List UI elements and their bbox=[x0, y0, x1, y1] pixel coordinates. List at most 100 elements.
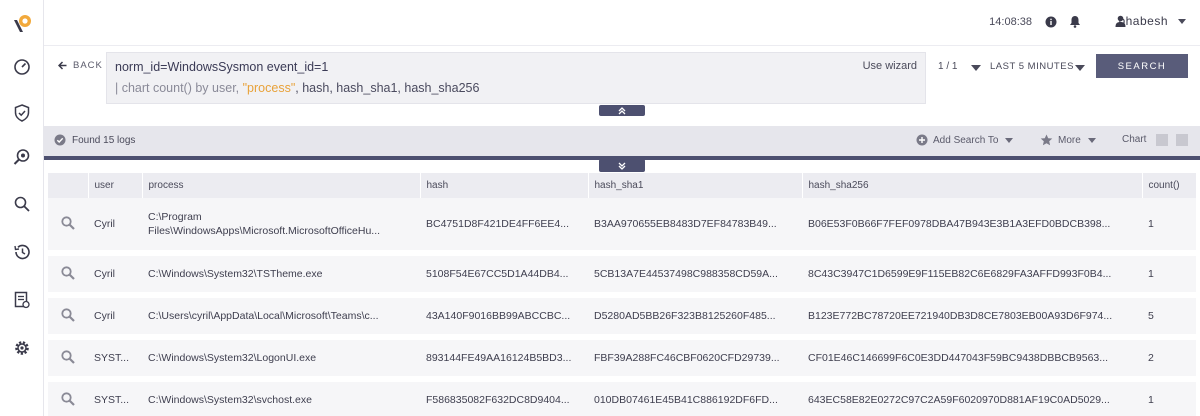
cell-process: C:\Windows\System32\LogonUI.exe bbox=[142, 337, 420, 382]
cell-hash: 893144FE49AA16124B5BD3... bbox=[420, 337, 588, 382]
cell-hash: F586835082F632DC8D9404... bbox=[420, 379, 588, 416]
table-row: Cyril C:\Program Files\WindowsApps\Micro… bbox=[48, 198, 1196, 256]
check-circle-icon bbox=[54, 134, 66, 146]
cell-hash-sha1: 5CB13A7E44537498C988358CD59A... bbox=[588, 253, 802, 298]
pager: 1 / 1 bbox=[938, 61, 958, 72]
table-row: SYST... C:\Windows\System32\LogonUI.exe … bbox=[48, 337, 1196, 382]
search-icon bbox=[14, 196, 30, 212]
search-icon[interactable] bbox=[61, 215, 75, 230]
time-range-select[interactable]: LAST 5 MINUTES bbox=[990, 61, 1074, 72]
settings-icon bbox=[15, 341, 29, 355]
sidebar-item-reports[interactable] bbox=[12, 290, 32, 310]
cell-user: SYST... bbox=[88, 379, 142, 416]
search-icon[interactable] bbox=[61, 265, 75, 280]
chevron-down-icon[interactable] bbox=[1178, 19, 1186, 24]
row-search-cell bbox=[48, 253, 88, 298]
cell-hash-sha256: B06E53F0B66F7FEF0978DBA47B943E3B1A3EFD0B… bbox=[802, 198, 1142, 256]
cell-user: Cyril bbox=[88, 198, 142, 256]
results-table: user process hash hash_sha1 hash_sha256 … bbox=[48, 173, 1197, 416]
sidebar-item-security[interactable] bbox=[12, 103, 32, 123]
username[interactable]: bhabesh bbox=[1118, 14, 1168, 28]
back-button[interactable]: BACK bbox=[58, 60, 103, 71]
cell-hash-sha1: D5280AD5BB26F323B8125260F485... bbox=[588, 295, 802, 340]
cell-hash-sha256: B123E772BC78720EE721940DB3D8CE7803EB00A9… bbox=[802, 295, 1142, 340]
use-wizard-link[interactable]: Use wizard bbox=[863, 60, 917, 72]
column-header-count[interactable]: count() bbox=[1142, 173, 1197, 198]
query-area: BACK norm_id=WindowsSysmon event_id=1 | … bbox=[44, 46, 1200, 126]
column-header-hash-sha1[interactable]: hash_sha1 bbox=[588, 173, 803, 198]
search-icon[interactable] bbox=[61, 307, 75, 322]
cell-count: 1 bbox=[1142, 253, 1196, 298]
app: 14:08:38 bhabesh BACK norm_id=WindowsSys… bbox=[0, 0, 1200, 416]
column-header-user[interactable]: user bbox=[88, 173, 143, 198]
collapse-query-handle[interactable] bbox=[599, 105, 645, 116]
column-view-icon[interactable] bbox=[1156, 134, 1168, 146]
cell-hash-sha1: 010DB07461E45B41C886192DF6FD... bbox=[588, 379, 802, 416]
table-row: Cyril C:\Windows\System32\TSTheme.exe 51… bbox=[48, 253, 1196, 298]
cell-hash-sha256: 643EC58E82E0272C97C2A59F6020970D881AF19C… bbox=[802, 379, 1142, 416]
cell-hash: 43A140F9016BB99ABCCBC... bbox=[420, 295, 588, 340]
cell-process: C:\Program Files\WindowsApps\Microsoft.M… bbox=[142, 198, 420, 256]
query-line-1: norm_id=WindowsSysmon event_id=1 bbox=[115, 60, 329, 74]
cell-hash: 5108F54E67CC5D1A44DB4... bbox=[420, 253, 588, 298]
sidebar-item-search[interactable] bbox=[12, 194, 32, 214]
double-chevron-down-icon bbox=[618, 162, 626, 170]
query-line-2-prefix: | chart count() by user, bbox=[115, 81, 243, 95]
cell-user: Cyril bbox=[88, 295, 142, 340]
sidebar-item-settings[interactable] bbox=[12, 338, 32, 358]
clock: 14:08:38 bbox=[989, 16, 1032, 28]
cell-hash-sha1: B3AA970655EB8483D7EF84783B49... bbox=[588, 198, 802, 256]
cell-hash-sha256: 8C43C3947C1D6599E9F115EB82C6E6829FA3AFFD… bbox=[802, 253, 1142, 298]
grid-view-icon[interactable] bbox=[1176, 134, 1188, 146]
shield-check-icon bbox=[14, 104, 30, 122]
cell-count: 1 bbox=[1142, 198, 1196, 256]
chart-label[interactable]: Chart bbox=[1122, 134, 1146, 145]
search-icon[interactable] bbox=[61, 349, 75, 364]
cell-count: 1 bbox=[1142, 379, 1196, 416]
table-row: Cyril C:\Users\cyril\AppData\Local\Micro… bbox=[48, 295, 1196, 340]
cell-process: C:\Users\cyril\AppData\Local\Microsoft\T… bbox=[142, 295, 420, 340]
double-chevron-up-icon bbox=[618, 106, 626, 114]
query-input[interactable]: norm_id=WindowsSysmon event_id=1 | chart… bbox=[106, 52, 926, 104]
pager-chevron-down-icon[interactable] bbox=[971, 65, 981, 71]
time-range-chevron-down-icon[interactable] bbox=[1075, 65, 1085, 71]
sidebar-item-history[interactable] bbox=[12, 242, 32, 262]
query-quoted-field: "process" bbox=[242, 81, 296, 95]
back-label: BACK bbox=[73, 60, 103, 71]
query-line-2-suffix: , hash, hash_sha1, hash_sha256 bbox=[295, 81, 480, 95]
column-header-hash[interactable]: hash bbox=[420, 173, 589, 198]
report-icon bbox=[14, 291, 30, 309]
results-toolbar: Found 15 logs Add Search To More Chart bbox=[44, 126, 1200, 156]
column-header-process[interactable]: process bbox=[142, 173, 421, 198]
top-bar: 14:08:38 bhabesh bbox=[44, 0, 1200, 46]
search-icon[interactable] bbox=[61, 391, 75, 406]
search-magnify-icon bbox=[13, 149, 30, 165]
add-search-to-label: Add Search To bbox=[933, 134, 999, 146]
cell-user: SYST... bbox=[88, 337, 142, 382]
info-icon[interactable] bbox=[1045, 16, 1057, 28]
bell-icon[interactable] bbox=[1069, 15, 1081, 28]
cell-hash-sha1: FBF39A288FC46CBF0620CFD29739... bbox=[588, 337, 802, 382]
row-search-cell bbox=[48, 379, 88, 416]
sidebar bbox=[0, 0, 44, 416]
cell-count: 2 bbox=[1142, 337, 1196, 382]
row-search-cell bbox=[48, 337, 88, 382]
more-button[interactable]: More bbox=[1040, 134, 1096, 146]
search-button[interactable]: SEARCH bbox=[1096, 54, 1188, 78]
logo-icon[interactable] bbox=[11, 12, 33, 34]
history-icon bbox=[14, 244, 30, 260]
chevron-down-icon bbox=[1005, 137, 1014, 143]
cell-hash-sha256: CF01E46C146699F6C0E3DD447043F59BC9438DBB… bbox=[802, 337, 1142, 382]
sidebar-item-investigate[interactable] bbox=[12, 147, 32, 167]
expand-handle[interactable] bbox=[599, 159, 645, 172]
column-header-hash-sha256[interactable]: hash_sha256 bbox=[802, 173, 1143, 198]
sidebar-item-dashboard[interactable] bbox=[12, 56, 32, 76]
dashboard-icon bbox=[14, 59, 30, 75]
plus-circle-icon bbox=[916, 134, 928, 146]
row-search-cell bbox=[48, 295, 88, 340]
add-search-to-button[interactable]: Add Search To bbox=[916, 134, 1014, 146]
chevron-down-icon bbox=[1087, 137, 1096, 143]
column-header-action bbox=[48, 173, 89, 198]
found-label: Found 15 logs bbox=[72, 134, 136, 146]
cell-user: Cyril bbox=[88, 253, 142, 298]
